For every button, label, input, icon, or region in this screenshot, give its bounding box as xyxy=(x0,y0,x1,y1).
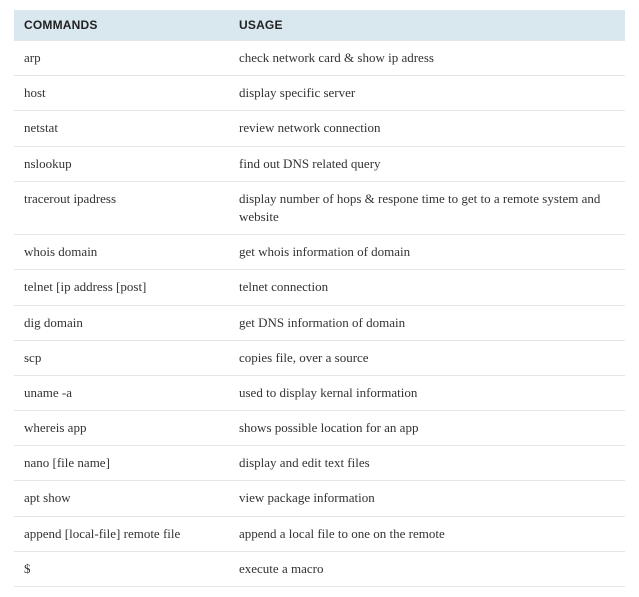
cell-usage: find out DNS related query xyxy=(229,146,625,181)
cell-command: uname -a xyxy=(14,375,229,410)
cell-command: nano [file name] xyxy=(14,446,229,481)
commands-table: COMMANDS USAGE arpcheck network card & s… xyxy=(14,10,625,587)
table-row: $execute a macro xyxy=(14,551,625,586)
cell-command: netstat xyxy=(14,111,229,146)
cell-command: apt show xyxy=(14,481,229,516)
table-row: whois domainget whois information of dom… xyxy=(14,235,625,270)
header-commands: COMMANDS xyxy=(14,10,229,41)
table-row: tracerout ipadressdisplay number of hops… xyxy=(14,181,625,234)
cell-usage: view package information xyxy=(229,481,625,516)
cell-usage: display number of hops & respone time to… xyxy=(229,181,625,234)
cell-command: whereis app xyxy=(14,411,229,446)
cell-command: tracerout ipadress xyxy=(14,181,229,234)
cell-command: dig domain xyxy=(14,305,229,340)
cell-usage: display specific server xyxy=(229,76,625,111)
cell-command: $ xyxy=(14,551,229,586)
cell-command: whois domain xyxy=(14,235,229,270)
cell-usage: review network connection xyxy=(229,111,625,146)
cell-usage: used to display kernal information xyxy=(229,375,625,410)
table-row: telnet [ip address [post]telnet connecti… xyxy=(14,270,625,305)
table-row: apt showview package information xyxy=(14,481,625,516)
table-row: nslookupfind out DNS related query xyxy=(14,146,625,181)
cell-usage: copies file, over a source xyxy=(229,340,625,375)
cell-usage: shows possible location for an app xyxy=(229,411,625,446)
cell-usage: execute a macro xyxy=(229,551,625,586)
table-row: arpcheck network card & show ip adress xyxy=(14,41,625,76)
table-row: netstatreview network connection xyxy=(14,111,625,146)
table-row: append [local-file] remote fileappend a … xyxy=(14,516,625,551)
cell-command: nslookup xyxy=(14,146,229,181)
table-row: dig domainget DNS information of domain xyxy=(14,305,625,340)
cell-usage: get whois information of domain xyxy=(229,235,625,270)
table-row: whereis appshows possible location for a… xyxy=(14,411,625,446)
table-row: hostdisplay specific server xyxy=(14,76,625,111)
cell-command: append [local-file] remote file xyxy=(14,516,229,551)
table-row: nano [file name]display and edit text fi… xyxy=(14,446,625,481)
cell-usage: get DNS information of domain xyxy=(229,305,625,340)
cell-usage: telnet connection xyxy=(229,270,625,305)
table-row: scpcopies file, over a source xyxy=(14,340,625,375)
cell-usage: display and edit text files xyxy=(229,446,625,481)
cell-command: arp xyxy=(14,41,229,76)
cell-command: telnet [ip address [post] xyxy=(14,270,229,305)
cell-usage: append a local file to one on the remote xyxy=(229,516,625,551)
cell-usage: check network card & show ip adress xyxy=(229,41,625,76)
cell-command: host xyxy=(14,76,229,111)
table-row: uname -aused to display kernal informati… xyxy=(14,375,625,410)
header-usage: USAGE xyxy=(229,10,625,41)
cell-command: scp xyxy=(14,340,229,375)
table-header-row: COMMANDS USAGE xyxy=(14,10,625,41)
